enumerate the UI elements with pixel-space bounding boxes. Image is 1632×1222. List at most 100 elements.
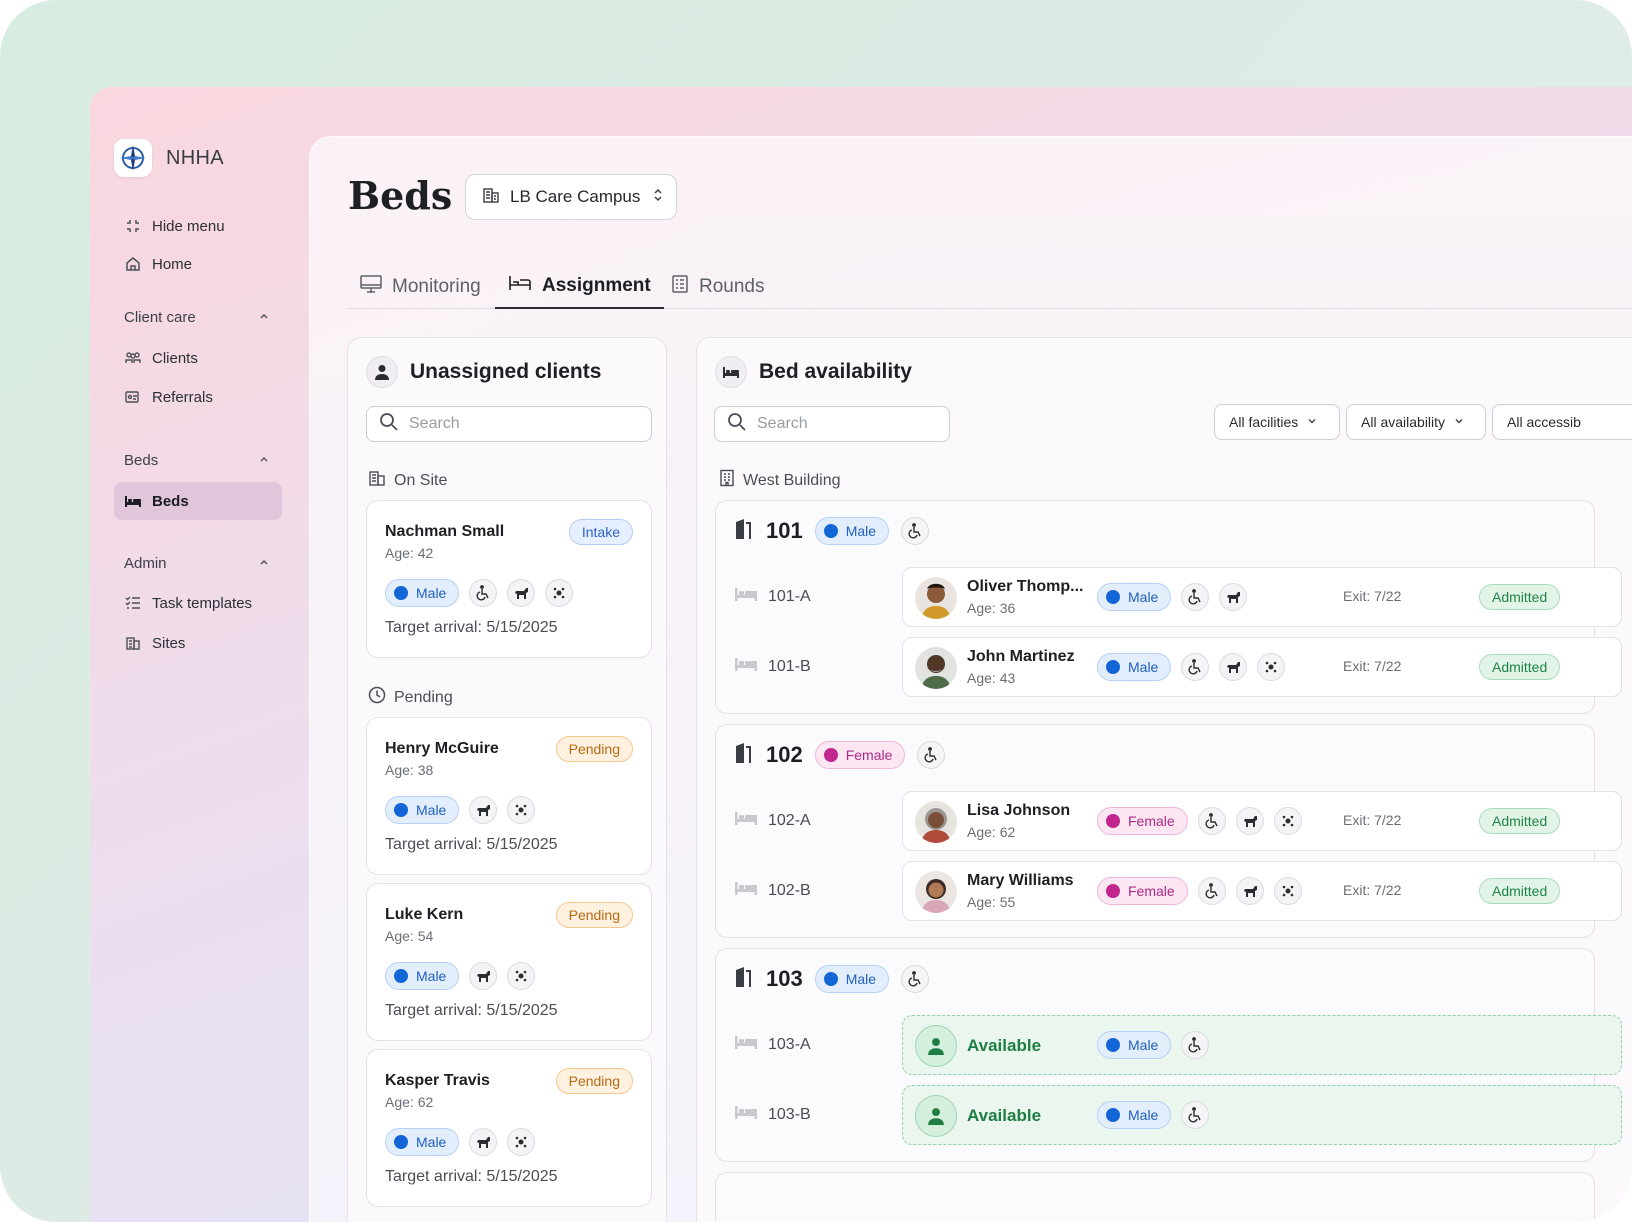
gender-label: Male — [1128, 1107, 1159, 1123]
sidebar: NHHA Hide menu Home Client care Clients — [90, 87, 300, 1222]
wheelchair-icon — [1181, 1101, 1210, 1129]
room-card-partial — [715, 1172, 1595, 1222]
bed-label: 103-A — [734, 1034, 811, 1055]
status-badge: Pending — [555, 1068, 633, 1094]
status-badge: Admitted — [1479, 654, 1561, 680]
people-icon — [124, 349, 142, 367]
occupant-row[interactable]: Lisa Johnson Age: 62 Female Exit: 7/22 A… — [902, 791, 1622, 851]
room-header: 101 Male — [734, 517, 930, 545]
gender-badge: Male — [385, 1128, 460, 1156]
main-panel: Beds LB Care Campus Monitoring Assignmen… — [309, 136, 1632, 1222]
client-card[interactable]: Henry McGuire Age: 38 Pending Male Targe… — [366, 717, 652, 875]
gender-badge: Male — [385, 962, 460, 990]
sidebar-item-home[interactable]: Home — [114, 245, 282, 283]
available-bed-slot[interactable]: Available Male — [902, 1085, 1622, 1145]
tab-bar: Monitoring Assignment Rounds — [347, 265, 1632, 309]
group-label-text: Pending — [394, 688, 453, 706]
bed-search-input[interactable]: Search — [714, 406, 950, 442]
sidebar-item-sites[interactable]: Sites — [114, 624, 282, 662]
bed-id: 102-A — [768, 811, 811, 829]
collapse-icon — [124, 217, 142, 235]
tab-monitoring[interactable]: Monitoring — [347, 265, 494, 309]
available-label: Available — [967, 1106, 1042, 1125]
referral-icon — [124, 388, 142, 406]
gender-label: Female — [1128, 813, 1175, 829]
room-card: 102 Female 102-A Lisa Johnson Age: 62 Fe… — [715, 724, 1622, 938]
client-age: Age: 54 — [385, 928, 434, 944]
client-search-input[interactable]: Search — [366, 406, 652, 442]
tab-rounds[interactable]: Rounds — [658, 265, 778, 309]
filter-label: All accessib — [1507, 414, 1581, 430]
chevron-up-icon — [258, 309, 270, 326]
client-name: Nachman Small — [385, 523, 505, 540]
person-icon — [366, 356, 398, 388]
bed-icon — [124, 492, 142, 510]
status-badge: Pending — [555, 902, 633, 928]
sidebar-item-beds[interactable]: Beds — [114, 482, 282, 520]
wheelchair-icon — [917, 741, 946, 769]
dog-icon — [1235, 807, 1264, 835]
available-bed-slot[interactable]: Available Male — [902, 1015, 1622, 1075]
facilities-filter[interactable]: All facilities — [1214, 404, 1340, 440]
status-badge: Pending — [555, 736, 633, 762]
building-group: West Building — [719, 469, 841, 492]
section-client-care[interactable]: Client care — [124, 309, 270, 326]
accessibility-filter[interactable]: All accessib — [1492, 404, 1632, 440]
chevron-updown-icon — [652, 187, 664, 208]
sidebar-item-clients[interactable]: Clients — [114, 339, 282, 377]
bed-label: 102-A — [734, 810, 811, 831]
dog-icon — [469, 962, 498, 990]
page-title: Beds — [348, 173, 453, 218]
dog-icon — [507, 579, 536, 607]
checklist-icon — [124, 594, 142, 612]
gender-label: Male — [845, 523, 877, 539]
occupant-row[interactable]: Oliver Thomp... Age: 36 Male Exit: 7/22 … — [902, 567, 1622, 627]
wheelchair-icon — [901, 965, 930, 993]
client-card[interactable]: Kasper Travis Age: 62 Pending Male Targe… — [366, 1049, 652, 1207]
sidebar-item-label: Beds — [152, 492, 189, 510]
building-icon — [482, 186, 500, 209]
client-card[interactable]: Nachman Small Age: 42 Intake Male Target… — [366, 500, 652, 658]
sidebar-item-label: Sites — [152, 634, 186, 652]
hide-menu-button[interactable]: Hide menu — [114, 207, 282, 245]
occupant-row[interactable]: Mary Williams Age: 55 Female Exit: 7/22 … — [902, 861, 1622, 921]
bed-gray-icon — [734, 586, 758, 607]
person-icon — [915, 1095, 957, 1137]
gender-label: Male — [416, 802, 447, 818]
list-sheet-icon — [671, 274, 689, 300]
gender-label: Female — [845, 747, 893, 763]
wheelchair-icon — [1181, 583, 1210, 611]
status-badge: Admitted — [1479, 808, 1561, 834]
client-card[interactable]: Luke Kern Age: 54 Pending Male Target ar… — [366, 883, 652, 1041]
tab-label: Monitoring — [392, 276, 481, 297]
section-beds[interactable]: Beds — [124, 452, 270, 469]
avatar — [915, 871, 957, 913]
gender-badge: Male — [814, 965, 890, 993]
gender-badge: Male — [1097, 653, 1172, 681]
dog-icon — [1219, 653, 1248, 681]
availability-filter[interactable]: All availability — [1346, 404, 1486, 440]
target-arrival: Target arrival: 5/15/2025 — [385, 1002, 558, 1019]
gender-badge: Male — [385, 579, 460, 607]
wheelchair-icon — [901, 517, 930, 545]
allergy-icon — [507, 962, 536, 990]
chevron-up-icon — [258, 555, 270, 572]
gender-label: Male — [1128, 1037, 1159, 1053]
occupant-row[interactable]: John Martinez Age: 43 Male Exit: 7/22 Ad… — [902, 637, 1622, 697]
bed-id: 102-B — [768, 881, 811, 899]
building-icon — [368, 469, 386, 492]
wheelchair-icon — [1181, 1031, 1210, 1059]
tab-assignment[interactable]: Assignment — [495, 265, 664, 309]
room-number: 101 — [766, 518, 803, 543]
section-admin[interactable]: Admin — [124, 555, 270, 572]
brand-name: NHHA — [166, 146, 224, 169]
sidebar-item-referrals[interactable]: Referrals — [114, 378, 282, 416]
gender-badge: Male — [1097, 1101, 1172, 1129]
sidebar-item-label: Home — [152, 255, 193, 273]
room-number: 102 — [766, 742, 803, 767]
dog-icon — [469, 1128, 498, 1156]
site-selector[interactable]: LB Care Campus — [465, 174, 677, 220]
search-icon — [379, 412, 399, 437]
room-card: 101 Male 101-A Oliver Thomp... Age: 36 M… — [715, 500, 1622, 714]
sidebar-item-task-templates[interactable]: Task templates — [114, 584, 282, 622]
